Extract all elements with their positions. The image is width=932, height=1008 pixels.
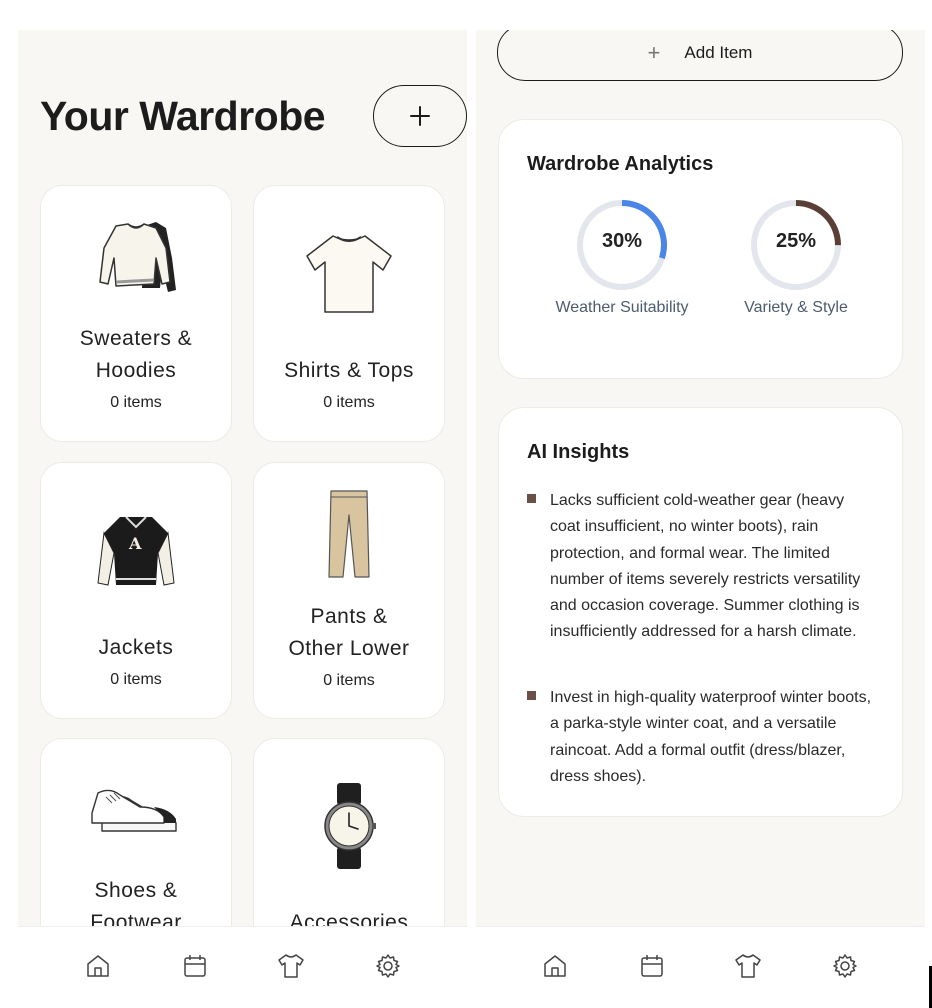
tab-wardrobe[interactable]	[733, 951, 763, 981]
add-item-button[interactable]: + Add Item	[497, 30, 903, 81]
tab-wardrobe[interactable]	[276, 951, 306, 981]
category-card-pants[interactable]: Pants & Other Lower 0 items	[253, 462, 445, 719]
gauge-label: Variety & Style	[744, 299, 848, 316]
wardrobe-screen: Your Wardrobe Sweaters & Hoodies 0 items	[18, 30, 467, 926]
category-count: 0 items	[110, 394, 162, 411]
add-item-label: Add Item	[684, 42, 753, 62]
tab-settings[interactable]	[373, 951, 403, 981]
tshirt-icon	[735, 954, 761, 978]
sweater-icon	[99, 222, 176, 292]
add-category-button[interactable]	[373, 85, 467, 147]
category-name: Footwear	[90, 911, 182, 926]
category-card-shirts[interactable]: Shirts & Tops 0 items	[253, 185, 445, 442]
bullet-square-icon	[527, 494, 536, 503]
category-name: Pants &	[310, 605, 388, 628]
bottom-tab-bar	[476, 926, 925, 1008]
settings-gear-icon	[833, 954, 857, 978]
page-title: Your Wardrobe	[40, 93, 326, 139]
gauge-weather-suitability: 30% Weather Suitability	[532, 197, 712, 317]
settings-gear-icon	[376, 954, 400, 978]
category-name: Hoodies	[95, 359, 177, 382]
category-card-jackets[interactable]: A Jackets 0 items	[40, 462, 232, 719]
insight-item: Lacks sufficient cold-weather gear (heav…	[525, 488, 876, 646]
category-count: 0 items	[323, 672, 375, 689]
watch-icon	[324, 783, 376, 869]
bullet-square-icon	[527, 691, 536, 700]
category-count: 0 items	[110, 671, 162, 688]
insight-item: Invest in high-quality waterproof winter…	[525, 685, 876, 790]
analytics-screen: + Add Item Wardrobe Analytics 30% Weathe…	[476, 30, 925, 926]
category-card-accessories[interactable]: Accessories	[253, 738, 445, 926]
insight-text: Lacks sufficient cold-weather gear (heav…	[550, 492, 861, 641]
category-name: Jackets	[98, 636, 174, 659]
category-name: Shoes &	[94, 879, 178, 902]
gauge-variety-style: 25% Variety & Style	[706, 197, 886, 317]
plus-icon: +	[647, 39, 661, 65]
analytics-card: Wardrobe Analytics 30% Weather Suitabili…	[498, 119, 903, 379]
gauge-value: 25%	[775, 230, 817, 252]
tab-calendar[interactable]	[180, 951, 210, 981]
tab-home[interactable]	[83, 951, 113, 981]
category-name: Accessories	[289, 911, 409, 926]
category-count: 0 items	[323, 394, 375, 411]
gauge-label: Weather Suitability	[555, 299, 689, 316]
calendar-icon	[641, 955, 663, 977]
wardrobe-header: Your Wardrobe	[40, 85, 467, 147]
analytics-title: Wardrobe Analytics	[527, 153, 714, 175]
tab-home[interactable]	[540, 951, 570, 981]
calendar-icon	[184, 955, 206, 977]
tab-calendar[interactable]	[637, 951, 667, 981]
tab-settings[interactable]	[830, 951, 860, 981]
home-icon	[87, 955, 109, 977]
sneakers-icon	[91, 789, 177, 832]
tshirt-icon	[278, 954, 304, 978]
category-name: Shirts & Tops	[284, 359, 414, 382]
insights-title: AI Insights	[527, 441, 630, 463]
insight-text: Invest in high-quality waterproof winter…	[550, 689, 872, 785]
home-icon	[544, 955, 566, 977]
category-name: Other Lower	[288, 637, 410, 660]
bottom-tab-bar	[18, 926, 467, 1008]
varsity-jacket-icon: A	[97, 516, 175, 586]
pants-icon	[328, 490, 370, 578]
category-name: Sweaters &	[79, 327, 193, 350]
tshirt-icon	[306, 235, 392, 313]
category-card-shoes[interactable]: Shoes & Footwear	[40, 738, 232, 926]
ai-insights-card: AI Insights Lacks sufficient cold-weathe…	[498, 407, 903, 817]
category-card-sweaters[interactable]: Sweaters & Hoodies 0 items	[40, 185, 232, 442]
svg-text:A: A	[128, 534, 142, 553]
gauge-value: 30%	[601, 230, 643, 252]
plus-icon	[410, 106, 430, 126]
